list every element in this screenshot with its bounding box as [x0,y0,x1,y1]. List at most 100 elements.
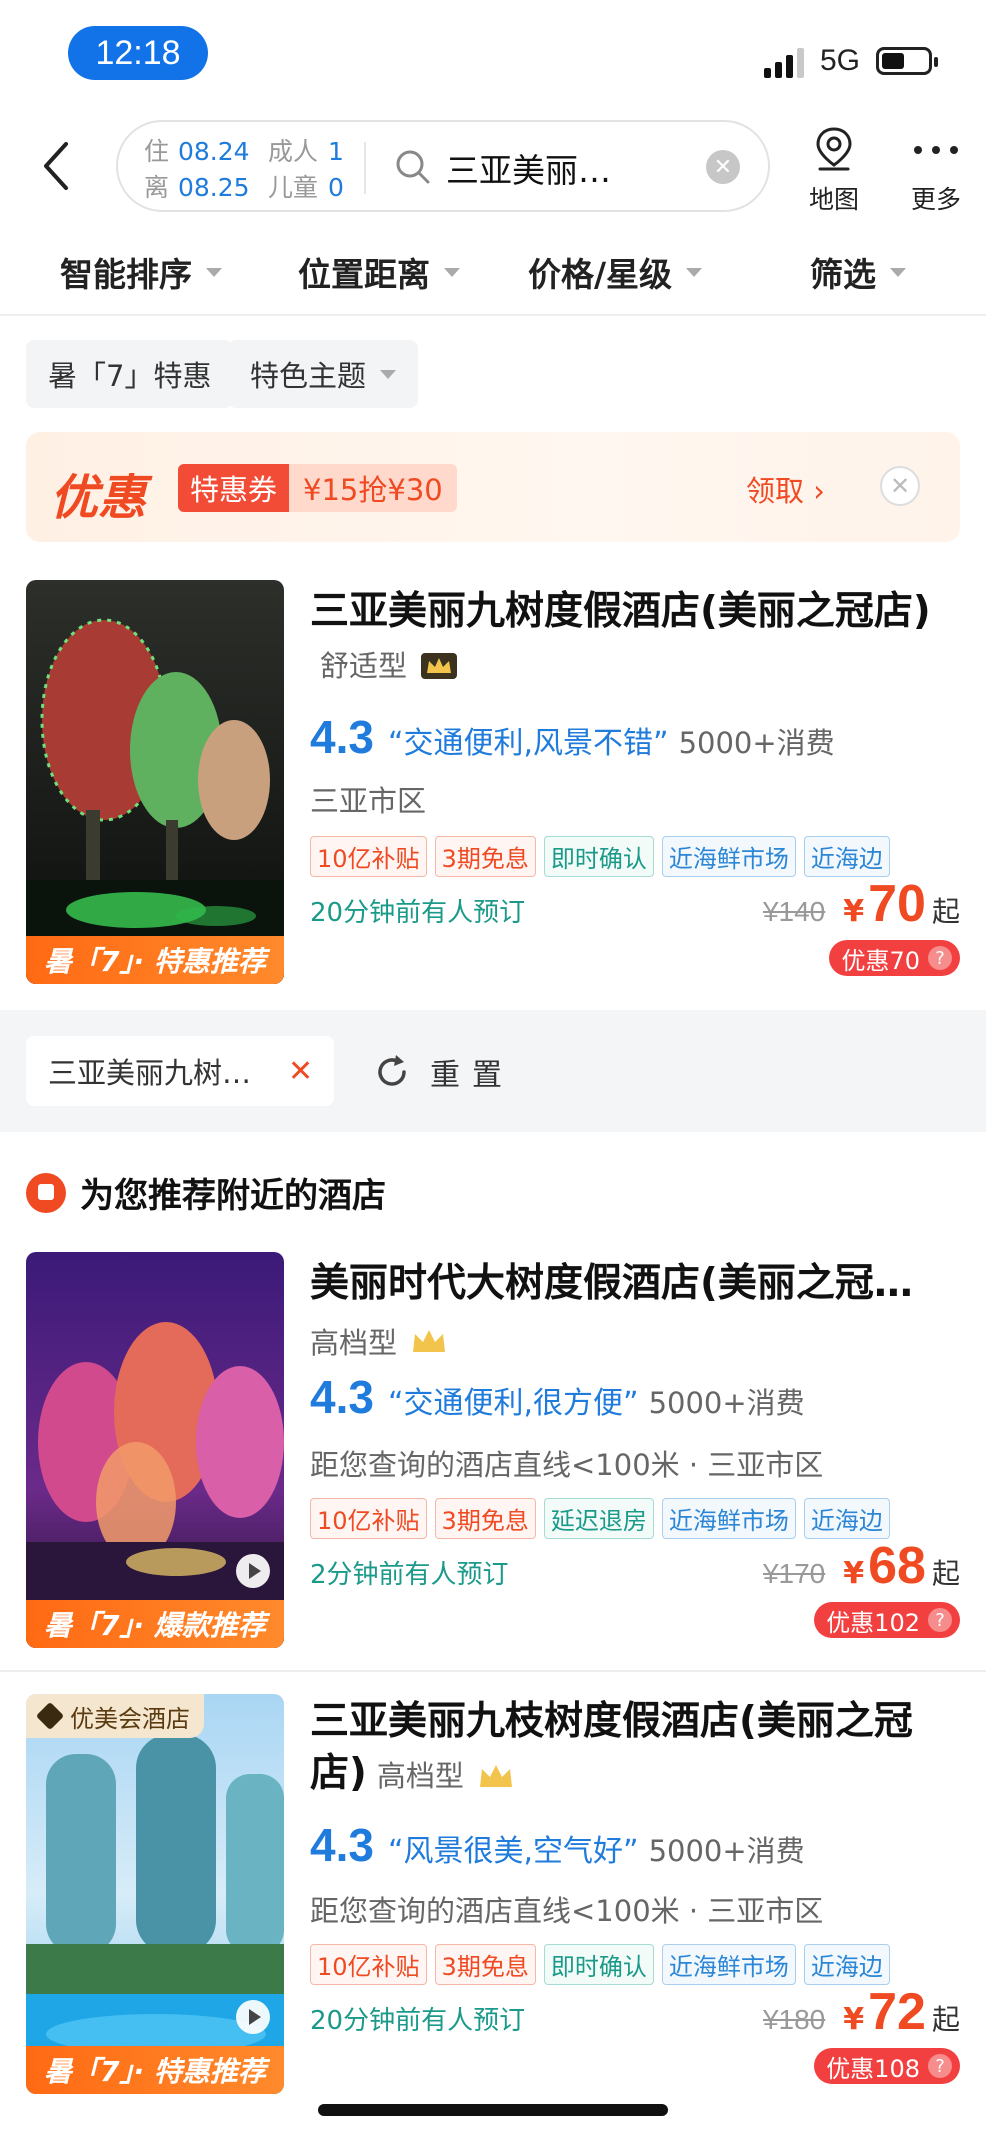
hotel-score: 4.3 [310,711,374,763]
tag: 近海鲜市场 [661,1944,796,1985]
hotel-tags: 10亿补贴 3期免息 延迟退房 近海鲜市场 近海边 [310,1498,890,1539]
hotel-location: 距您查询的酒店直线<100米 · 三亚市区 [310,1894,824,1928]
recent-booking: 20分钟前有人预订 [310,2006,526,2036]
play-video-icon[interactable] [236,2000,270,2034]
hotel-grade: 舒适型 [320,649,408,683]
reset-button[interactable]: 重置 [372,1050,514,1094]
consume-count: 5000+消费 [648,1386,805,1420]
price-from: 起 [931,2003,960,2036]
hotel-grade-row: 高档型 [310,1320,449,1362]
original-price: ¥140 [762,896,826,927]
promo-band: 暑「7」· 特惠推荐 [26,936,284,984]
chip-theme[interactable]: 特色主题 [228,340,419,408]
tag: 近海边 [803,836,890,877]
more-button[interactable]: 更多 [896,124,976,216]
search-divider [364,142,366,194]
coupon-value: ¥15抢¥30 [289,464,457,512]
map-label: 地图 [808,185,859,214]
tag: 延迟退房 [543,1498,654,1539]
original-price: ¥180 [762,2004,826,2035]
claim-coupon-button[interactable]: 领取 › [746,468,825,510]
checkin-date: 08.24 [178,137,250,166]
date-guest-selector[interactable]: 住 08.24 成人 1 离 08.25 儿童 0 [144,134,348,206]
search-box[interactable]: 住 08.24 成人 1 离 08.25 儿童 0 三亚美丽九树… ✕ [116,120,770,212]
hotel-photo[interactable]: 优美会酒店 暑「7」· 特惠推荐 [26,1694,284,2094]
checkin-label: 住 [144,137,170,166]
divider [0,1670,986,1672]
rating-row: 4.3 “交通便利,很方便” 5000+消费 [310,1370,805,1424]
original-price: ¥170 [762,1558,826,1589]
caret-down-icon [380,369,397,379]
caret-down-icon [444,267,460,277]
crown-icon [421,652,458,679]
hotel-grade: 高档型 [310,1326,398,1360]
filter-more[interactable]: 筛选 [810,248,906,296]
home-indicator[interactable] [318,2104,668,2116]
clear-search-button[interactable]: ✕ [706,150,740,184]
diamond-icon [35,1701,65,1731]
help-icon: ? [928,946,952,970]
price-row: ¥140 ¥ 70 起 [763,874,960,934]
filter-bar: 智能排序 位置距离 价格/星级 筛选 [0,240,986,316]
checkout-label: 离 [144,173,170,202]
promo-band: 暑「7」· 特惠推荐 [26,2046,284,2094]
consume-count: 5000+消费 [648,1834,805,1868]
filter-price-star[interactable]: 价格/星级 [528,248,703,296]
tag: 近海边 [803,1944,890,1985]
hotel-photo[interactable]: 暑「7」· 爆款推荐 [26,1252,284,1648]
price-row: ¥170 ¥ 68 起 [763,1536,960,1596]
recommend-title: 为您推荐附近的酒店 [26,1168,386,1217]
close-promo-button[interactable]: ✕ [880,466,920,506]
adult-label: 成人 [268,137,319,166]
price-from: 起 [931,895,960,928]
hotel-image [26,1252,284,1648]
discount-badge[interactable]: 优惠70? [829,940,960,976]
tag: 10亿补贴 [310,836,427,877]
tag: 3期免息 [434,1498,536,1539]
hotel-photo[interactable]: 暑「7」· 特惠推荐 [26,580,284,984]
hotel-price: 70 [868,875,926,933]
search-query[interactable]: 三亚美丽九树… [446,144,636,192]
hotel-tags: 10亿补贴 3期免息 即时确认 近海鲜市场 近海边 [310,836,890,877]
tag: 3期免息 [434,1944,536,1985]
tag: 即时确认 [543,1944,654,1985]
consume-count: 5000+消费 [678,726,835,760]
map-pin-icon [816,127,852,171]
search-icon [396,150,430,184]
promo-banner: 优惠 特惠券 ¥15抢¥30 领取 › ✕ [26,432,960,542]
hotel-name[interactable]: 三亚美丽九枝树度假酒店(美丽之冠店) 高档型 [310,1696,960,1802]
crown-icon [413,1330,446,1352]
hotel-location: 三亚市区 [310,784,427,818]
hotel-name[interactable]: 美丽时代大树度假酒店(美丽之冠… [310,1258,960,1310]
caret-down-icon [890,267,906,277]
help-icon: ? [928,2054,952,2078]
review-quote: “交通便利,很方便” [387,1386,639,1421]
play-video-icon[interactable] [236,1554,270,1588]
child-label: 儿童 [268,173,319,202]
price-row: ¥180 ¥ 72 起 [763,1982,960,2042]
review-quote: “风景很美,空气好” [387,1834,639,1869]
signal-icon [764,44,804,78]
tag: 即时确认 [543,836,654,877]
hotel-name[interactable]: 三亚美丽九树度假酒店(美丽之冠店)舒适型 [310,586,960,692]
status-bar: 12:18 5G [0,0,986,110]
filter-sort[interactable]: 智能排序 [60,248,222,296]
remove-query-icon[interactable]: ✕ [288,1054,313,1089]
back-button[interactable] [38,138,78,194]
refresh-icon [378,1055,406,1086]
adult-count: 1 [328,137,344,166]
query-chip[interactable]: 三亚美丽九树… ✕ [26,1036,334,1106]
discount-badge[interactable]: 优惠102? [814,1602,960,1638]
map-button[interactable]: 地图 [794,124,874,216]
currency-symbol: ¥ [843,2002,865,2037]
chevron-left-icon [44,142,68,190]
hotel-score: 4.3 [310,1371,374,1423]
checkout-date: 08.25 [178,173,250,202]
caret-down-icon [206,267,222,277]
status-time: 12:18 [68,26,208,80]
hotel-image [26,1694,284,2094]
filter-location[interactable]: 位置距离 [298,248,460,296]
chip-summer-deal[interactable]: 暑「7」特惠 [26,340,234,408]
discount-badge[interactable]: 优惠108? [814,2048,960,2084]
help-icon: ? [928,1608,952,1632]
